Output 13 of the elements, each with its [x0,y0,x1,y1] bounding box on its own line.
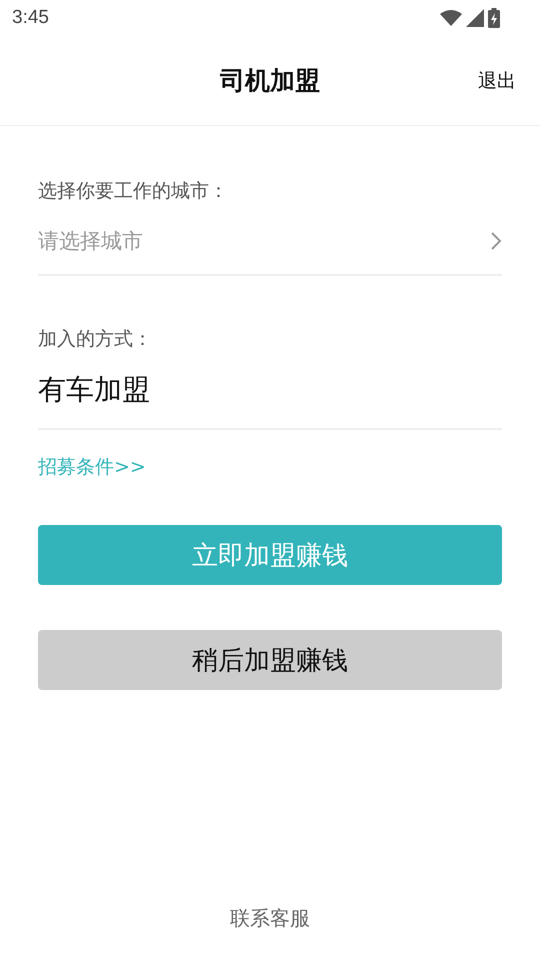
page-title: 司机加盟 [220,65,320,97]
city-label: 选择你要工作的城市： [38,179,228,204]
exit-button[interactable]: 退出 [476,64,518,98]
status-time: 3:45 [12,7,49,29]
city-field[interactable]: 请选择城市 [38,229,490,253]
battery-icon [488,8,500,28]
join-button[interactable]: 稍后加盟赚钱 [38,630,502,690]
mode-field[interactable]: 有车加盟 [38,352,502,430]
mode-label: 加入的方式： [38,327,152,352]
signal-icon [466,9,484,27]
chevron-right-icon [490,231,502,251]
wifi-icon [440,10,462,26]
contact-service-link[interactable]: 联系客服 [230,905,310,932]
